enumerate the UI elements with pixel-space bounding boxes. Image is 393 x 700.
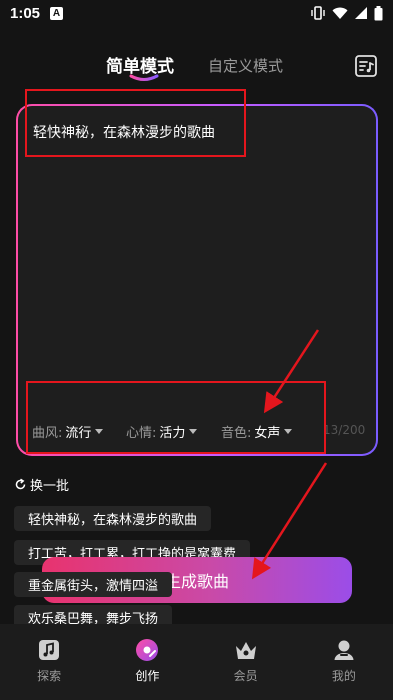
status-icons	[310, 5, 383, 21]
crown-icon	[234, 638, 258, 662]
status-bar: 1:05 A	[0, 0, 393, 26]
refresh-icon	[15, 478, 26, 490]
status-time: 1:05	[10, 4, 41, 22]
tab-active-indicator	[129, 74, 159, 81]
profile-icon	[332, 638, 356, 662]
annotation-box-options	[26, 381, 326, 454]
nav-profile[interactable]: 我的	[295, 624, 393, 700]
nav-create[interactable]: 创作	[98, 624, 196, 700]
refresh-button[interactable]: 换一批	[14, 475, 69, 494]
generate-song-label: 生成歌曲	[164, 572, 229, 591]
suggestion-chip[interactable]: 重金属街头，激情四溢	[14, 572, 173, 597]
nav-membership-label: 会员	[233, 669, 258, 683]
tab-custom-mode[interactable]: 自定义模式	[208, 55, 283, 76]
nav-create-label: 创作	[135, 669, 160, 683]
disc-create-icon	[135, 638, 159, 662]
suggestion-chip[interactable]: 轻快神秘，在森林漫步的歌曲	[14, 506, 212, 531]
battery-icon	[374, 5, 383, 20]
nav-profile-label: 我的	[331, 669, 356, 683]
notification-icon: A	[50, 6, 64, 20]
nav-explore[interactable]: 探索	[0, 624, 98, 700]
refresh-label: 换一批	[30, 479, 70, 494]
bottom-nav: 探索 创作 会员 我的	[0, 624, 393, 700]
annotation-box-prompt	[25, 89, 246, 157]
music-list-icon[interactable]	[354, 54, 378, 78]
wifi-icon	[332, 7, 348, 19]
nav-membership[interactable]: 会员	[197, 624, 295, 700]
music-note-icon	[37, 638, 61, 662]
vibrate-icon	[311, 6, 325, 20]
char-count: 13/200	[323, 423, 366, 437]
nav-explore-label: 探索	[37, 669, 62, 683]
signal-icon	[355, 7, 367, 19]
